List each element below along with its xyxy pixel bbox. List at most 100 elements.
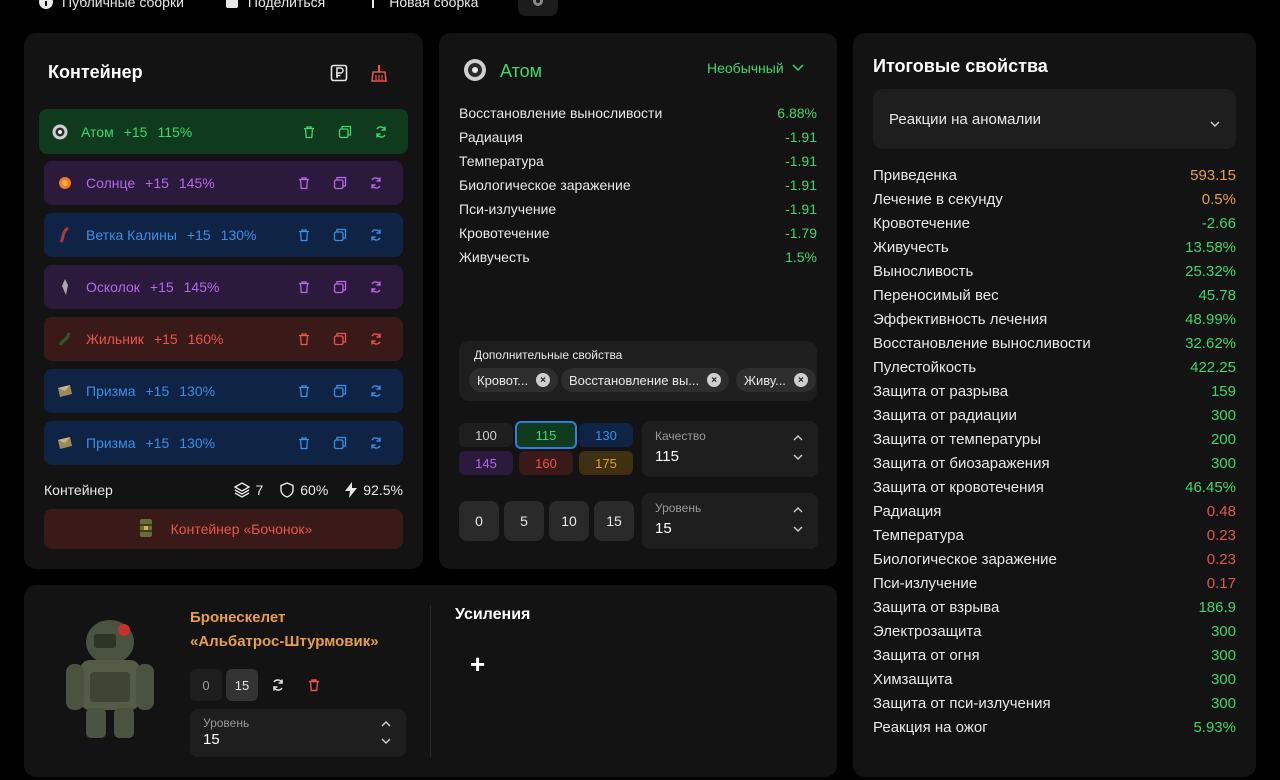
new-build-link[interactable]: Новая сборка [365, 0, 478, 10]
trash-icon[interactable] [295, 330, 313, 348]
total-name: Защита от взрыва [873, 598, 1000, 616]
total-row: Защита от радиации 300 [873, 403, 1236, 427]
property-row: Пси-излучение -1.91 [459, 197, 817, 221]
clear-button[interactable] [368, 62, 390, 84]
remove-icon[interactable]: × [707, 373, 722, 387]
artifact-quality: 130% [220, 227, 257, 243]
delete-armor-button[interactable] [298, 669, 330, 701]
quality-option-145[interactable]: 145 [459, 451, 513, 475]
armor-level-preset-15[interactable]: 15 [226, 669, 258, 701]
artifact-row[interactable]: Призма +15 130% [44, 421, 403, 465]
copy-icon[interactable] [331, 382, 349, 400]
container-type-button[interactable]: Контейнер «Бочонок» [44, 509, 403, 549]
quality-option-175[interactable]: 175 [579, 451, 633, 475]
artifact-row[interactable]: Ветка Калины +15 130% [44, 213, 403, 257]
trash-icon[interactable] [295, 174, 313, 192]
refresh-icon[interactable] [367, 382, 385, 400]
artifact-row[interactable]: Атом +15 115% [39, 109, 408, 154]
sun-icon [56, 174, 74, 192]
trash-icon[interactable] [295, 382, 313, 400]
total-name: Лечение в секунду [873, 190, 1003, 208]
level-stepper[interactable]: Уровень 15 [642, 493, 818, 549]
copy-icon[interactable] [336, 123, 354, 141]
total-row: Химзащита 300 [873, 667, 1236, 691]
quality-stepper[interactable]: Качество 115 [642, 421, 818, 477]
armor-level-value: 15 [203, 731, 220, 748]
chevron-up-icon[interactable] [792, 505, 804, 515]
total-row: Лечение в секунду 0.5% [873, 187, 1236, 211]
artifact-quality: 115% [157, 123, 193, 140]
refresh-icon[interactable] [367, 330, 385, 348]
trash-icon[interactable] [295, 434, 313, 452]
refresh-icon[interactable] [367, 278, 385, 296]
remove-icon[interactable]: × [793, 373, 808, 387]
refresh-icon[interactable] [372, 123, 390, 141]
refresh-button[interactable] [262, 669, 294, 701]
property-value: -1.91 [785, 201, 817, 217]
atom-icon [462, 57, 488, 86]
property-name: Восстановление выносливости [459, 105, 663, 121]
refresh-icon[interactable] [367, 434, 385, 452]
settings-button[interactable] [518, 0, 559, 16]
trash-icon[interactable] [295, 278, 313, 296]
level-label: Уровень [655, 501, 702, 515]
copy-icon[interactable] [331, 330, 349, 348]
artifact-row[interactable]: Жильник +15 160% [44, 317, 403, 361]
quality-option-115[interactable]: 115 [515, 421, 577, 449]
copy-icon[interactable] [331, 226, 349, 244]
add-upgrade-button[interactable]: + [470, 651, 485, 677]
artifact-header: Атом [462, 57, 542, 86]
armor-level-preset-0[interactable]: 0 [190, 669, 222, 701]
chevron-down-icon[interactable] [792, 452, 804, 462]
total-name: Пулестойкость [873, 358, 977, 376]
total-name: Переносимый вес [873, 286, 999, 304]
trash-icon[interactable] [295, 226, 313, 244]
shield-icon [280, 482, 294, 498]
share-link[interactable]: Поделиться [224, 0, 325, 10]
level-preset-15[interactable]: 15 [594, 501, 634, 541]
rarity-dropdown[interactable]: Необычный [707, 60, 804, 76]
total-name: Химзащита [873, 670, 953, 688]
ruble-button[interactable] [328, 62, 350, 84]
remove-icon[interactable]: × [536, 373, 551, 387]
copy-icon[interactable] [331, 434, 349, 452]
extra-chip[interactable]: Кровот... × [469, 368, 559, 392]
quality-option-130[interactable]: 130 [579, 423, 633, 447]
quality-option-160[interactable]: 160 [519, 451, 573, 475]
artifact-row[interactable]: Осколок +15 145% [44, 265, 403, 309]
prism-icon [56, 434, 74, 452]
total-name: Защита от биозаражения [873, 454, 1050, 472]
plus-icon [365, 0, 381, 10]
total-row: Переносимый вес 45.78 [873, 283, 1236, 307]
extra-chip[interactable]: Восстановление вы... × [561, 368, 730, 392]
artifact-row[interactable]: Призма +15 130% [44, 369, 403, 413]
extra-chip[interactable]: Живу... × [736, 368, 816, 392]
chevron-down-icon[interactable] [380, 736, 392, 746]
efficiency-stat: 92.5% [344, 482, 403, 498]
total-value: 13.58% [1185, 238, 1236, 256]
level-value: 15 [655, 520, 672, 537]
public-builds-link[interactable]: Публичные сборки [38, 0, 184, 10]
chevron-down-icon[interactable] [792, 524, 804, 534]
artifact-quality: 160% [187, 331, 224, 347]
total-value: 200 [1210, 430, 1236, 448]
refresh-icon[interactable] [367, 174, 385, 192]
copy-icon[interactable] [331, 278, 349, 296]
total-row: Защита от биозаражения 300 [873, 451, 1236, 475]
quality-option-100[interactable]: 100 [459, 423, 513, 447]
armor-level-stepper[interactable]: Уровень 15 [190, 709, 406, 757]
chevron-up-icon[interactable] [380, 719, 392, 729]
refresh-icon[interactable] [367, 226, 385, 244]
artifact-quality: 130% [179, 435, 216, 451]
artifact-row[interactable]: Солнце +15 145% [44, 161, 403, 205]
protection-value: 60% [300, 482, 329, 498]
level-preset-0[interactable]: 0 [459, 501, 499, 541]
level-preset-10[interactable]: 10 [549, 501, 589, 541]
copy-icon[interactable] [331, 174, 349, 192]
total-value: 159 [1210, 382, 1236, 400]
level-preset-5[interactable]: 5 [504, 501, 544, 541]
trash-icon[interactable] [300, 123, 318, 141]
chevron-up-icon[interactable] [792, 433, 804, 443]
totals-filter-select[interactable]: Реакции на аномалии [873, 89, 1236, 149]
total-value: 45.78 [1198, 286, 1236, 304]
